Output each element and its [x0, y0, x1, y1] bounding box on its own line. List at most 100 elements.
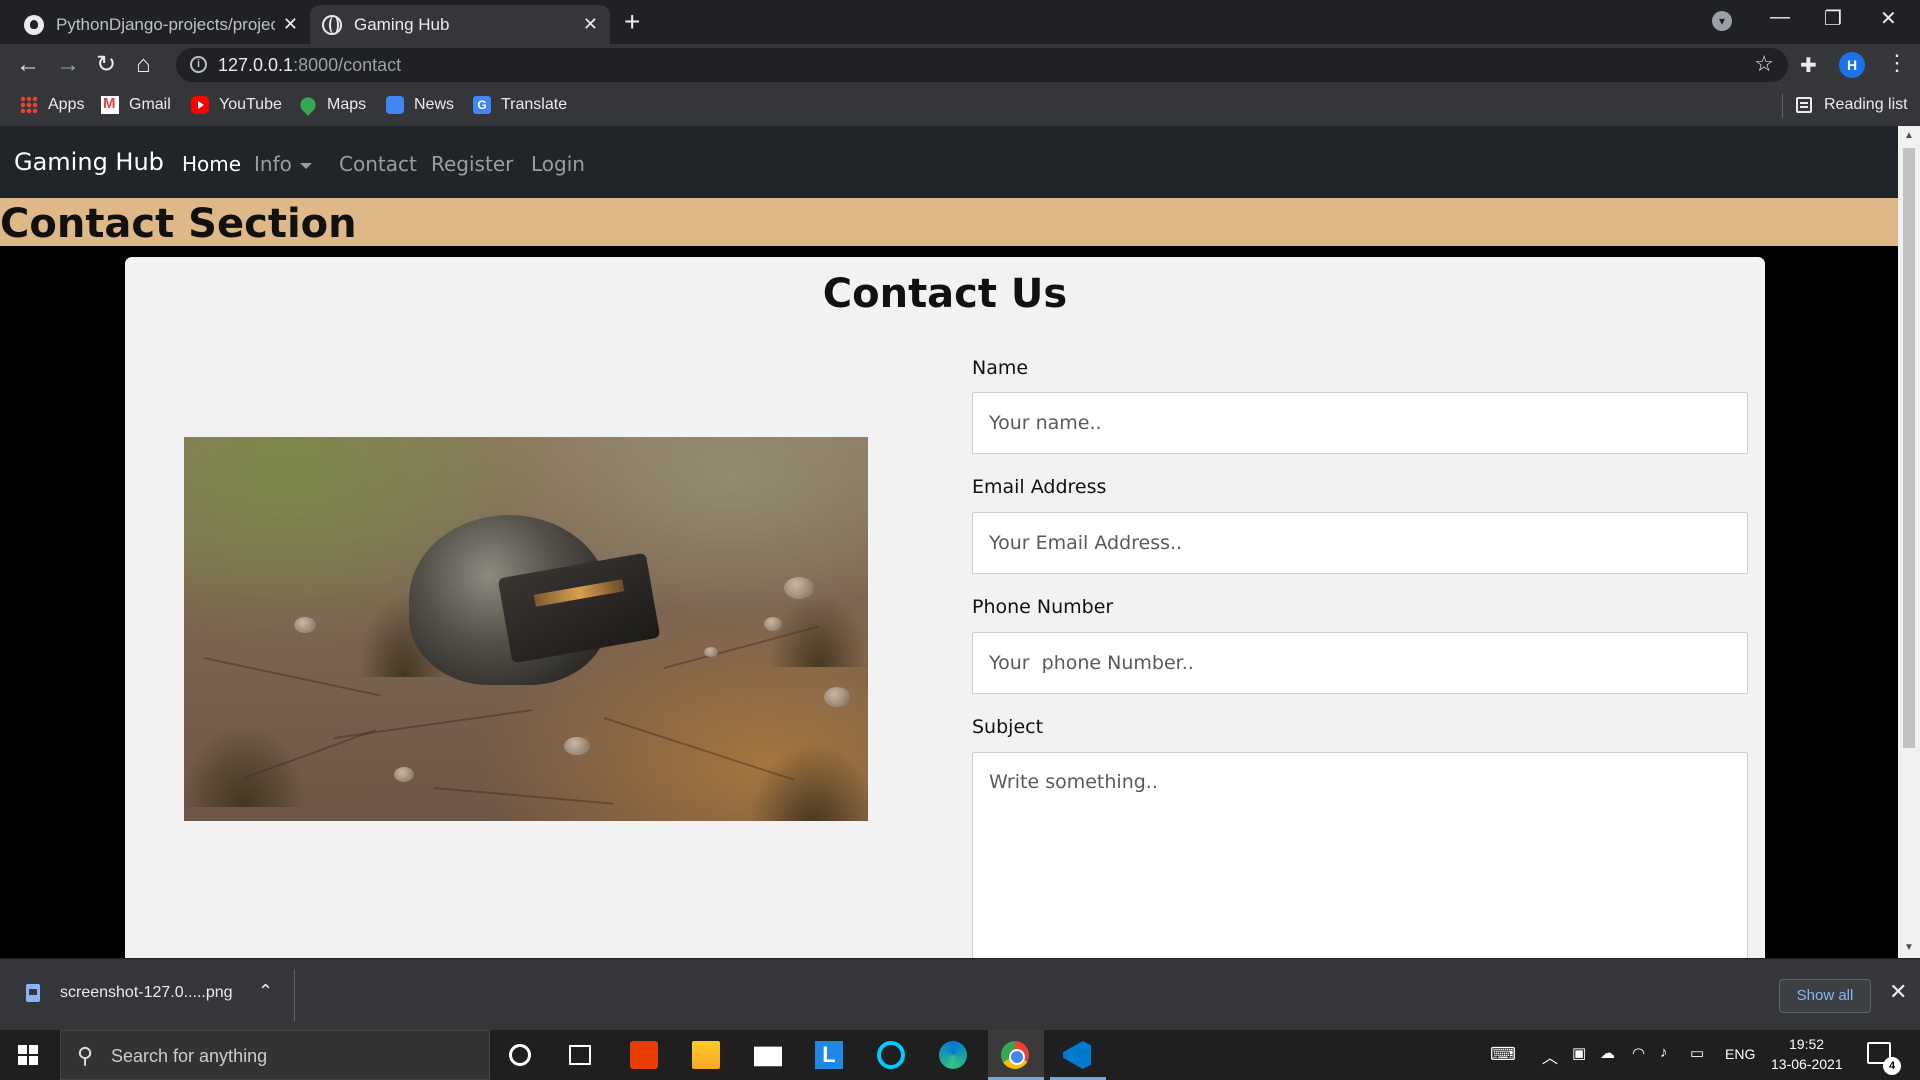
- name-input[interactable]: [972, 392, 1748, 454]
- extensions-puzzle-icon[interactable]: ✚: [1800, 53, 1817, 78]
- battery-icon[interactable]: ▭: [1690, 1044, 1704, 1062]
- windows-start-icon[interactable]: [18, 1045, 38, 1065]
- edge-icon[interactable]: [939, 1041, 967, 1069]
- chrome-icon[interactable]: [1001, 1041, 1029, 1069]
- phone-label: Phone Number: [972, 596, 1114, 618]
- clock-date[interactable]: 13-06-2021: [1771, 1056, 1843, 1072]
- phone-input[interactable]: [972, 632, 1748, 694]
- bookmark-label: Gmail: [129, 96, 171, 113]
- taskbar-search-placeholder: Search for anything: [111, 1046, 268, 1066]
- home-icon[interactable]: ⌂: [136, 50, 151, 80]
- office-icon[interactable]: [630, 1041, 658, 1069]
- subject-label: Subject: [972, 716, 1044, 738]
- translate-icon: G: [473, 96, 491, 114]
- bookmarks-divider: [1782, 94, 1783, 118]
- page-scrollbar[interactable]: ▲ ▼: [1898, 126, 1920, 958]
- scroll-up-arrow-icon[interactable]: ▲: [1904, 130, 1914, 141]
- browser-toolbar: ← → ↻ ⌂ i 127.0.0.1:8000/contact ☆ ✚ H ⋮: [0, 44, 1920, 86]
- meet-now-icon[interactable]: ▣: [1572, 1044, 1586, 1062]
- download-divider: [294, 969, 295, 1021]
- email-input[interactable]: [972, 512, 1748, 574]
- mail-icon[interactable]: [754, 1046, 782, 1067]
- address-bar[interactable]: i 127.0.0.1:8000/contact ☆: [176, 48, 1788, 82]
- l-app-icon[interactable]: L: [815, 1041, 843, 1069]
- notification-count-badge: 4: [1883, 1057, 1901, 1075]
- nav-info-dropdown[interactable]: Info: [254, 152, 312, 176]
- bookmark-star-icon[interactable]: ☆: [1754, 51, 1774, 77]
- taskbar-search-box[interactable]: ⚲ Search for anything: [60, 1030, 490, 1080]
- reading-list-icon: [1796, 97, 1812, 113]
- download-filename: screenshot-127.0.....png: [60, 984, 233, 1001]
- keyboard-icon[interactable]: ⌨: [1490, 1044, 1516, 1065]
- bookmark-label: News: [414, 96, 455, 113]
- scroll-down-arrow-icon[interactable]: ▼: [1904, 942, 1914, 953]
- profile-avatar[interactable]: H: [1839, 52, 1865, 78]
- close-download-bar-icon[interactable]: ✕: [1889, 979, 1907, 1005]
- download-item[interactable]: screenshot-127.0.....png: [26, 984, 233, 1002]
- download-shelf: screenshot-127.0.....png ⌃ Show all ✕: [0, 958, 1920, 1030]
- bookmarks-bar: Apps Gmail YouTube Maps News GTranslate …: [0, 86, 1920, 126]
- bookmark-label: Apps: [48, 96, 85, 113]
- nav-contact-link[interactable]: Contact: [339, 152, 417, 176]
- tab-title: Gaming Hub: [354, 14, 450, 34]
- bookmark-news[interactable]: News: [386, 96, 454, 114]
- chevron-up-icon[interactable]: ⌃: [258, 981, 273, 1002]
- section-banner: Contact Section: [0, 198, 1898, 247]
- language-indicator[interactable]: ENG: [1725, 1046, 1755, 1062]
- onedrive-icon[interactable]: ☁: [1600, 1044, 1615, 1062]
- name-label: Name: [972, 357, 1029, 379]
- close-window-button[interactable]: ✕: [1880, 6, 1897, 31]
- maps-pin-icon: [297, 94, 319, 116]
- globe-icon: [322, 14, 342, 35]
- minimize-button[interactable]: —: [1770, 6, 1790, 29]
- section-title: Contact Section: [0, 201, 357, 247]
- search-icon: ⚲: [77, 1043, 94, 1068]
- tab-search-icon[interactable]: ▾: [1712, 11, 1732, 31]
- site-navbar: Gaming Hub Home Info Contact Register Lo…: [0, 126, 1898, 198]
- scrollbar-thumb[interactable]: [1903, 148, 1915, 748]
- site-brand-link[interactable]: Gaming Hub: [14, 148, 164, 176]
- youtube-icon: [191, 96, 209, 114]
- tab-title: PythonDjango-projects/project1/: [56, 14, 275, 34]
- page-viewport: Gaming Hub Home Info Contact Register Lo…: [0, 126, 1898, 958]
- restore-button[interactable]: ❐: [1824, 6, 1842, 31]
- bookmark-translate[interactable]: G Translate: [473, 96, 567, 114]
- browser-tab-github[interactable]: PythonDjango-projects/project1/ ✕: [12, 5, 310, 44]
- vscode-icon[interactable]: [1063, 1041, 1091, 1069]
- reading-list-button[interactable]: Reading list: [1796, 96, 1908, 114]
- caret-down-icon: [299, 162, 312, 169]
- show-hidden-icons-chevron[interactable]: ︿: [1542, 1044, 1558, 1068]
- close-tab-icon[interactable]: ✕: [283, 14, 298, 35]
- github-icon: [24, 14, 44, 35]
- cortana-icon[interactable]: [509, 1044, 531, 1066]
- close-tab-icon[interactable]: ✕: [583, 14, 598, 35]
- task-view-icon[interactable]: [569, 1045, 591, 1065]
- bookmark-label: Maps: [327, 96, 367, 113]
- new-tab-button[interactable]: +: [624, 6, 640, 38]
- site-info-icon[interactable]: i: [190, 56, 207, 73]
- browser-tab-gaming-hub[interactable]: Gaming Hub ✕: [310, 5, 610, 44]
- browser-tab-strip: PythonDjango-projects/project1/ ✕ Gaming…: [0, 0, 1920, 44]
- alexa-icon[interactable]: [877, 1041, 905, 1069]
- file-explorer-icon[interactable]: [692, 1041, 720, 1069]
- reload-icon[interactable]: ↻: [96, 50, 116, 80]
- bookmark-label: Translate: [501, 96, 568, 113]
- nav-register-link[interactable]: Register: [431, 152, 513, 176]
- subject-textarea[interactable]: [972, 752, 1748, 958]
- back-icon[interactable]: ←: [16, 50, 40, 80]
- email-label: Email Address: [972, 476, 1107, 498]
- bookmark-maps[interactable]: Maps: [297, 94, 367, 116]
- wifi-icon[interactable]: ◠: [1632, 1044, 1645, 1062]
- nav-home-link[interactable]: Home: [182, 152, 241, 176]
- nav-login-link[interactable]: Login: [531, 152, 585, 176]
- clock-time[interactable]: 19:52: [1789, 1036, 1824, 1052]
- reading-list-label: Reading list: [1824, 96, 1908, 113]
- url-path: :8000/contact: [293, 55, 402, 75]
- forward-icon[interactable]: →: [56, 50, 80, 80]
- volume-icon[interactable]: ♪: [1660, 1044, 1668, 1061]
- bookmark-apps[interactable]: Apps: [20, 96, 84, 114]
- bookmark-youtube[interactable]: YouTube: [191, 96, 282, 114]
- browser-menu-icon[interactable]: ⋮: [1886, 50, 1908, 76]
- bookmark-gmail[interactable]: Gmail: [101, 95, 171, 114]
- show-all-downloads-button[interactable]: Show all: [1779, 979, 1871, 1013]
